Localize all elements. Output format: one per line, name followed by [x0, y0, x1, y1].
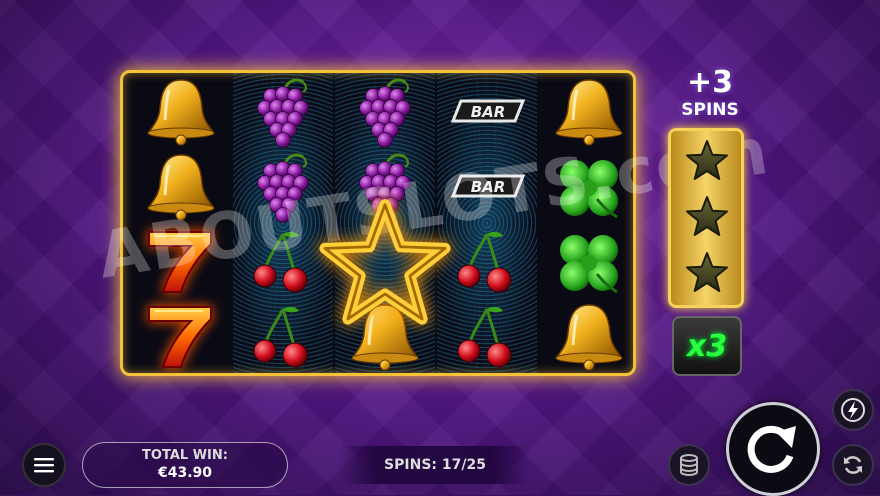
spin-button[interactable]: [726, 402, 820, 496]
autoplay-arrows-icon: [844, 456, 862, 474]
symbol-cherries: [233, 223, 333, 298]
star-collection-meter: [668, 128, 744, 308]
symbol-cherries: [233, 298, 333, 373]
reel-4: BAR BAR: [437, 73, 537, 373]
free-spins-counter: SPINS: 17/25: [340, 446, 530, 484]
bonus-spins-label: SPINS: [681, 100, 739, 120]
total-win-display: TOTAL WIN: €43.90: [82, 442, 288, 488]
spin-arrow-icon: [747, 425, 796, 473]
symbol-star: [319, 198, 451, 325]
meter-star-icon: [685, 251, 729, 295]
meter-star-icon: [685, 195, 729, 239]
bonus-spins-indicator: +3 SPINS: [670, 65, 750, 121]
symbol-bell: [131, 73, 231, 148]
autoplay-button[interactable]: [832, 444, 874, 486]
symbol-bar: BAR: [437, 148, 537, 223]
symbol-grapes: [233, 73, 333, 148]
bonus-spins-count: +3: [686, 65, 733, 100]
symbol-seven: [131, 223, 231, 298]
reel-5: [539, 73, 633, 373]
reel-3: [319, 73, 451, 373]
symbol-seven: [131, 298, 231, 373]
reel-2: [233, 73, 333, 373]
stake-button[interactable]: [668, 444, 710, 486]
symbol-cherries: [437, 223, 537, 298]
meter-star-icon: [685, 139, 729, 183]
reel-grid: BAR BAR: [120, 70, 636, 376]
total-win-label: TOTAL WIN:: [142, 448, 228, 463]
symbol-bar: BAR: [437, 73, 537, 148]
bar-label: BAR: [471, 103, 506, 121]
coin-stack-icon: [680, 454, 698, 476]
multiplier-badge: x3: [672, 316, 742, 376]
total-win-value: €43.90: [157, 465, 213, 481]
symbol-clover: [539, 148, 633, 223]
lightning-icon: [841, 398, 865, 422]
symbol-bell: [539, 298, 633, 373]
turbo-button[interactable]: [832, 389, 874, 431]
symbol-grapes: [233, 148, 333, 223]
menu-button[interactable]: [22, 443, 66, 487]
symbol-bell: [539, 73, 633, 148]
symbol-bell: [131, 148, 231, 223]
symbol-clover: [539, 223, 633, 298]
symbol-cherries: [437, 298, 537, 373]
bar-label: BAR: [471, 178, 506, 196]
hamburger-menu-icon: [34, 458, 54, 473]
symbol-grapes: [335, 73, 435, 148]
reel-1: [131, 73, 231, 373]
